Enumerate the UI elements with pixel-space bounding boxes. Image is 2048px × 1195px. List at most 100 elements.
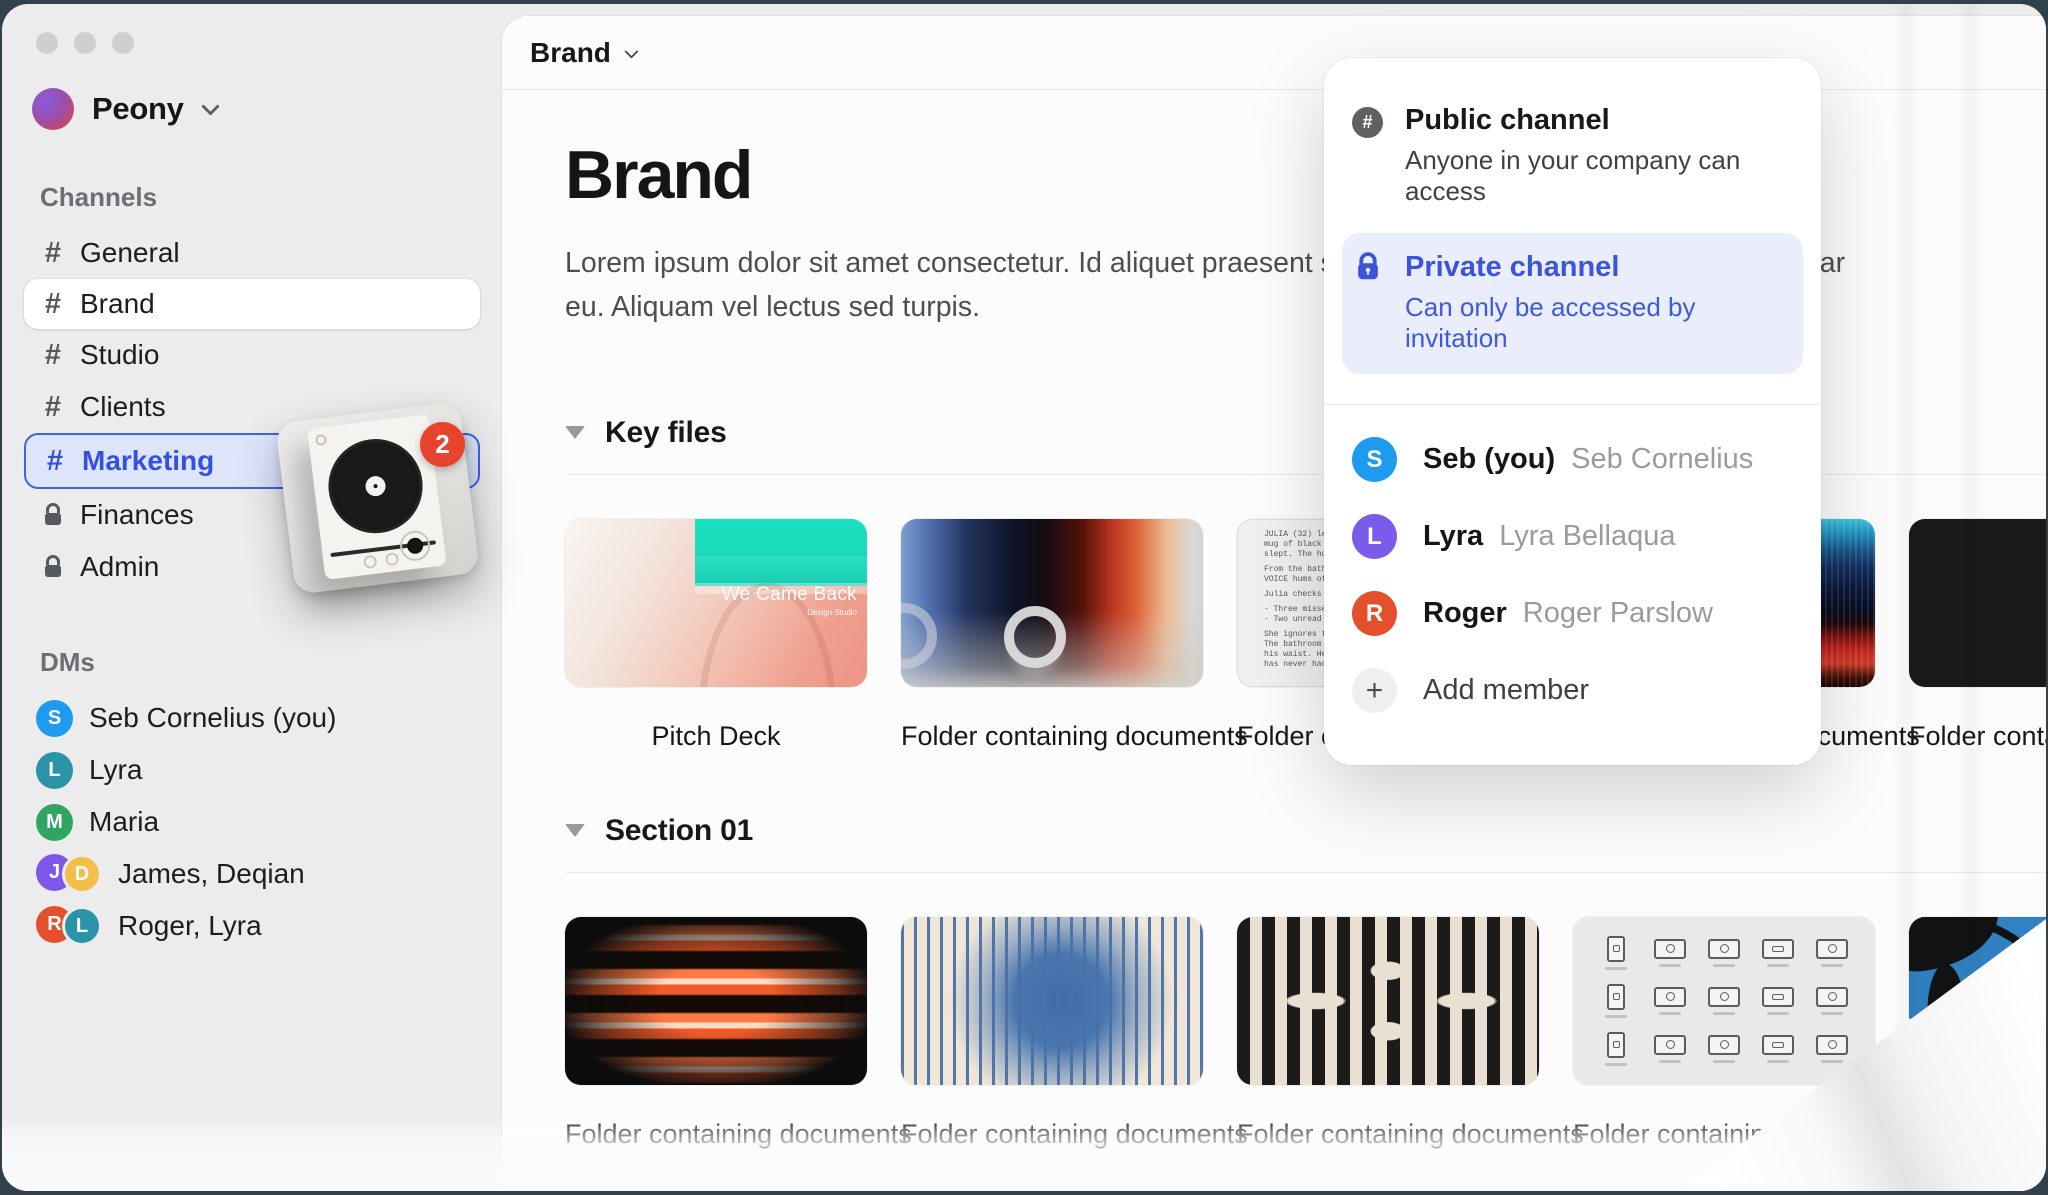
dm-label: Maria [89, 806, 159, 838]
file-label: Folder containing documents [565, 1119, 867, 1150]
workspace-name: Peony [92, 91, 184, 127]
file-tile-folder[interactable]: Folder containing documents [901, 917, 1203, 1150]
section-title: Key files [605, 416, 727, 450]
member-row-seb[interactable]: S Seb (you) Seb Cornelius [1324, 437, 1821, 482]
disclosure-triangle-icon [565, 426, 585, 439]
channel-label: Finances [80, 499, 194, 531]
chevron-down-icon [201, 97, 219, 115]
sidebar: Peony Channels # General # Brand # Studi… [2, 4, 502, 1191]
file-tile-folder[interactable]: Folder containing documents [901, 519, 1203, 752]
member-full-name: Roger Parslow [1523, 597, 1713, 629]
avatar: L [62, 906, 102, 946]
dm-item-roger-lyra[interactable]: R L Roger, Lyra [24, 900, 480, 952]
member-full-name: Seb Cornelius [1571, 443, 1753, 475]
file-label: Folder containing documents [901, 1119, 1203, 1150]
thumb-decor [695, 519, 867, 586]
dm-item-seb[interactable]: S Seb Cornelius (you) [24, 692, 480, 744]
thumb-decor [1004, 606, 1066, 668]
channel-label: General [80, 237, 180, 269]
file-thumbnail [1573, 917, 1875, 1085]
workspace-switcher[interactable]: Peony [32, 88, 480, 130]
app-window: Peony Channels # General # Brand # Studi… [2, 4, 2046, 1191]
hash-icon: # [42, 445, 68, 478]
channel-label: Brand [80, 288, 155, 320]
channel-type-popup: # Public channel Anyone in your company … [1324, 58, 1821, 765]
member-row-roger[interactable]: R RogerRoger Parslow [1324, 591, 1821, 636]
dm-item-lyra[interactable]: L Lyra [24, 744, 480, 796]
avatar: M [36, 804, 73, 841]
hash-icon: # [40, 391, 66, 424]
workspace-avatar [32, 88, 74, 130]
thumb-text: We Came Back [722, 584, 857, 606]
file-label: Folder containing documents [1909, 721, 2046, 752]
dms-section-label: DMs [40, 647, 480, 678]
channel-label: Marketing [82, 445, 214, 477]
avatar: S [36, 700, 73, 737]
member-name: Lyra [1423, 520, 1483, 552]
lock-icon [40, 502, 66, 528]
lock-icon [40, 554, 66, 580]
file-thumbnail: Uploaded Agre [1909, 519, 2046, 687]
avatar: L [1352, 514, 1397, 559]
file-thumbnail [901, 917, 1203, 1085]
member-name: Roger [1423, 597, 1507, 629]
thumb-text: Design Studio [807, 608, 857, 617]
add-member-button[interactable]: + Add member [1324, 668, 1821, 713]
thumb-decor [901, 603, 937, 669]
file-thumbnail [565, 917, 867, 1085]
add-member-label: Add member [1423, 674, 1589, 706]
channel-label: Admin [80, 551, 159, 583]
section-key-files: Key files We Came Back Design Studio Pit… [565, 416, 2046, 752]
file-label: Folder containing documents [901, 721, 1203, 752]
section-header[interactable]: Key files [565, 416, 2046, 475]
file-tile-folder[interactable]: Folder containing documents [565, 917, 867, 1150]
member-full-name: Lyra Bellaqua [1499, 520, 1675, 552]
sidebar-item-studio[interactable]: # Studio [24, 329, 480, 381]
avatar: L [36, 752, 73, 789]
channels-section-label: Channels [40, 182, 480, 213]
page-title: Brand [565, 136, 2046, 214]
file-thumbnail [901, 519, 1203, 687]
breadcrumb[interactable]: Brand [530, 37, 611, 69]
disclosure-triangle-icon [565, 824, 585, 837]
dm-label: James, Deqian [118, 858, 305, 890]
section-header[interactable]: Section 01 [565, 814, 2046, 873]
option-title: Private channel [1405, 251, 1793, 284]
file-tile-pitch-deck[interactable]: We Came Back Design Studio Pitch Deck [565, 519, 867, 752]
file-thumbnail: We Came Back Design Studio [565, 519, 867, 687]
dm-label: Seb Cornelius (you) [89, 702, 336, 734]
dm-item-maria[interactable]: M Maria [24, 796, 480, 848]
file-tile-folder[interactable]: Uploaded Agre Folder containing document… [1909, 519, 2046, 752]
channel-label: Clients [80, 391, 166, 423]
dm-label: Roger, Lyra [118, 910, 262, 942]
member-name: Seb (you) [1423, 443, 1555, 475]
file-label: Folder containing documents [1237, 1119, 1539, 1150]
close-window-icon[interactable] [36, 32, 58, 54]
option-public-channel[interactable]: # Public channel Anyone in your company … [1324, 86, 1821, 221]
file-thumbnail [1237, 917, 1539, 1085]
maximize-window-icon[interactable] [112, 32, 134, 54]
hash-icon: # [40, 237, 66, 270]
unread-badge: 2 [420, 422, 465, 467]
dm-item-james-deqian[interactable]: J D James, Deqian [24, 848, 480, 900]
sidebar-item-general[interactable]: # General [24, 227, 480, 279]
plus-icon: + [1352, 668, 1397, 713]
section-title: Section 01 [605, 814, 753, 848]
dm-label: Lyra [89, 754, 142, 786]
member-row-lyra[interactable]: L Lyra Lyra Bellaqua [1324, 514, 1821, 559]
avatar: S [1352, 437, 1397, 482]
sidebar-item-brand[interactable]: # Brand [24, 279, 480, 329]
minimize-window-icon[interactable] [74, 32, 96, 54]
hash-icon: # [1352, 107, 1383, 138]
lock-icon [1352, 251, 1383, 282]
option-subtitle: Can only be accessed by invitation [1405, 292, 1793, 354]
avatar: D [62, 854, 102, 894]
chevron-down-icon[interactable] [624, 44, 638, 58]
file-tile-folder[interactable]: Folder containing documents [1237, 917, 1539, 1150]
window-controls [36, 32, 480, 54]
tiles-row: We Came Back Design Studio Pitch Deck Fo… [565, 519, 2046, 752]
option-private-channel[interactable]: Private channel Can only be accessed by … [1342, 233, 1803, 374]
divider [1324, 404, 1821, 405]
hash-icon: # [40, 339, 66, 372]
hash-icon: # [40, 288, 66, 321]
